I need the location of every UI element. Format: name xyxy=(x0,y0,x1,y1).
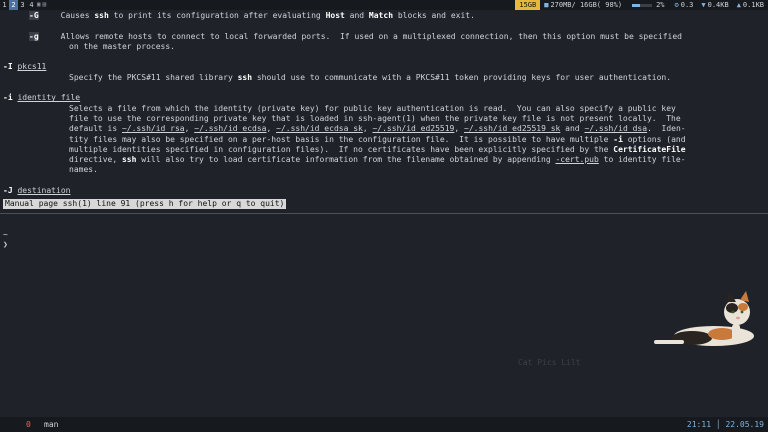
download-icon: ▼ xyxy=(701,1,706,9)
watermark-text: Cat Pics Lilt xyxy=(518,358,581,367)
load-stat: ⚙ 0.3 xyxy=(671,0,698,10)
prompt-arrow[interactable]: ❯ xyxy=(3,240,8,249)
workspace-2[interactable]: 2 xyxy=(9,0,18,10)
upload-icon: ▲ xyxy=(736,1,741,9)
workspace-4[interactable]: 4 xyxy=(27,0,36,10)
net-down-text: 0.4KB xyxy=(707,1,729,9)
i-arg: pkcs11 xyxy=(17,62,47,72)
date-text: 22.05.19 xyxy=(725,420,764,429)
cat-image xyxy=(654,291,754,346)
cpu-stat: 2% xyxy=(626,0,670,10)
top-status-bar: 1 2 3 4 ▣ ▤ 15GB ■ 270MB/ 16GB( 98%) 2% … xyxy=(0,0,768,10)
ram-stat: ■ 270MB/ 16GB( 98%) xyxy=(540,0,626,10)
man-page-text: -G Causes ssh to print its configuration … xyxy=(3,11,686,196)
ram-icon: ■ xyxy=(544,1,549,9)
pane-divider[interactable] xyxy=(0,213,768,214)
layout-icon: ▣ xyxy=(37,1,41,8)
net-up-text: 0.1KB xyxy=(742,1,764,9)
g-line: -G xyxy=(29,11,39,20)
j-option: -J xyxy=(3,186,13,196)
folder-icon: ▤ xyxy=(42,1,47,8)
man-status-line: Manual page ssh(1) line 91 (press h for … xyxy=(3,199,287,209)
net-up-stat: ▲ 0.1KB xyxy=(733,0,768,10)
memory-badge: 15GB xyxy=(515,0,541,10)
j-arg: destination xyxy=(17,186,71,196)
time-text: 21:11 xyxy=(686,420,712,429)
i-option: -I xyxy=(3,62,13,72)
clock: 21:11 │ 22.05.19 xyxy=(686,420,764,429)
identity-option: -i xyxy=(3,93,13,103)
g-option: -g xyxy=(29,31,39,41)
workspace-3[interactable]: 3 xyxy=(18,0,27,10)
window-name[interactable]: man xyxy=(44,417,58,432)
window-index[interactable]: 0 xyxy=(26,417,31,432)
ram-text: 270MB/ 16GB( 98%) xyxy=(550,1,623,9)
identity-arg: identity_file xyxy=(17,93,81,103)
load-text: 0.3 xyxy=(680,1,694,9)
net-down-stat: ▼ 0.4KB xyxy=(697,0,732,10)
tmux-status-bar: 0 man 21:11 │ 22.05.19 xyxy=(0,417,768,432)
gear-icon: ⚙ xyxy=(674,1,679,9)
workspace-1[interactable]: 1 xyxy=(0,0,9,10)
prompt-tilde: ~ xyxy=(3,230,8,239)
cpu-bar xyxy=(632,3,653,7)
cpu-text: 2% xyxy=(656,1,665,9)
